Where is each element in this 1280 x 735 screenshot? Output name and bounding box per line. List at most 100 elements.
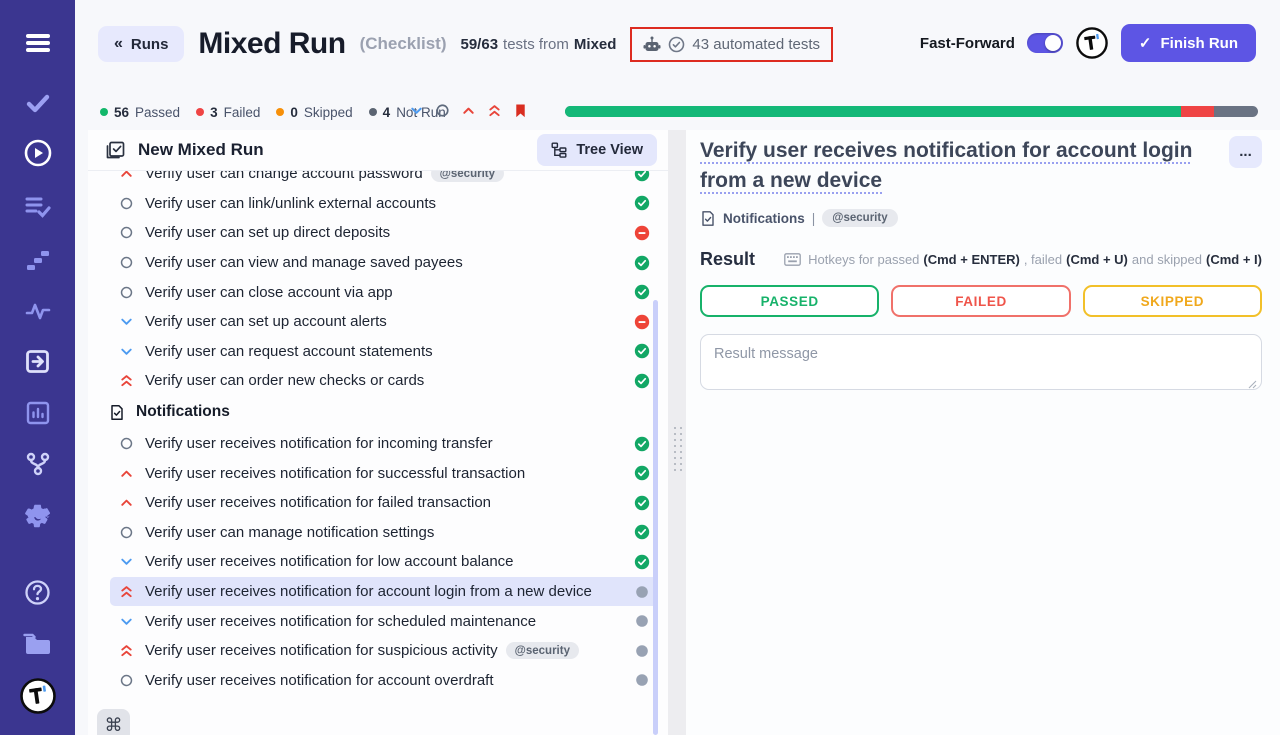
test-row[interactable]: Verify user can order new checks or card…: [110, 366, 658, 396]
test-title: Verify user can set up account alerts: [145, 313, 387, 330]
stat-skipped[interactable]: 0 Skipped: [276, 105, 352, 120]
skipped-label: Skipped: [304, 105, 353, 120]
hotkey-passed: (Cmd + ENTER): [923, 252, 1019, 267]
result-message-input[interactable]: [700, 334, 1262, 390]
folder-icon[interactable]: [23, 629, 53, 659]
list-check-icon[interactable]: [23, 192, 53, 222]
filter-low-priority-icon[interactable]: [408, 102, 425, 119]
passed-count: 56: [114, 105, 129, 120]
tests-count-numbers: 59/63: [461, 36, 499, 53]
filter-high-priority-icon[interactable]: [460, 102, 477, 119]
priority-icon: [118, 613, 134, 629]
status-icon: [634, 314, 650, 330]
app-logo-icon[interactable]: [1075, 26, 1109, 60]
test-row[interactable]: Verify user can view and manage saved pa…: [110, 248, 658, 278]
security-tag[interactable]: @security: [822, 209, 897, 227]
tree-view-label: Tree View: [576, 142, 643, 158]
menu-icon[interactable]: [23, 28, 53, 58]
test-row[interactable]: Verify user receives notification for sc…: [110, 606, 658, 636]
fast-forward-toggle[interactable]: [1027, 33, 1063, 53]
page-subtitle: (Checklist): [360, 34, 447, 54]
test-row[interactable]: Verify user can link/unlink external acc…: [110, 189, 658, 219]
test-detail-title[interactable]: Verify user receives notification for ac…: [700, 136, 1205, 196]
test-row[interactable]: Verify user receives notification for in…: [110, 429, 658, 459]
bar-chart-icon[interactable]: [23, 398, 53, 428]
logo-icon[interactable]: [19, 677, 57, 715]
git-branch-icon[interactable]: [23, 449, 53, 479]
status-icon: [634, 643, 650, 659]
test-row[interactable]: Verify user receives notification for ac…: [110, 666, 658, 696]
priority-icon: [118, 195, 134, 211]
failed-label: Failed: [224, 105, 261, 120]
passed-dot-icon: [100, 108, 108, 116]
test-row[interactable]: Verify user receives notification for fa…: [110, 488, 658, 518]
import-icon[interactable]: [23, 346, 53, 376]
skipped-count: 0: [290, 105, 298, 120]
automated-tests-label: 43 automated tests: [692, 36, 820, 53]
priority-icon: [118, 314, 134, 330]
tree-view-button[interactable]: Tree View: [537, 134, 657, 166]
status-icon: [634, 495, 650, 511]
test-row[interactable]: Verify user can request account statemen…: [110, 337, 658, 367]
test-row[interactable]: Verify user can change account password …: [110, 171, 658, 189]
checklist-icon: [105, 140, 126, 161]
passed-button[interactable]: PASSED: [700, 285, 879, 317]
test-title: Verify user can order new checks or card…: [145, 372, 424, 389]
test-title: Verify user can change account password: [145, 171, 423, 182]
more-menu-button[interactable]: ...: [1229, 136, 1262, 168]
document-icon: [700, 210, 716, 227]
back-to-runs-button[interactable]: « Runs: [98, 26, 184, 62]
steps-icon[interactable]: [23, 245, 53, 275]
tests-count: 59/63 tests from Mixed: [461, 36, 617, 53]
robot-icon: [643, 36, 661, 52]
priority-filters: [408, 102, 529, 119]
check-icon[interactable]: [23, 88, 53, 118]
filter-bookmark-icon[interactable]: [512, 102, 529, 119]
status-icon: [634, 373, 650, 389]
test-row[interactable]: Verify user receives notification for su…: [110, 636, 658, 666]
hotkeys-mid-skipped: and skipped: [1132, 252, 1202, 267]
priority-icon: [118, 373, 134, 389]
left-rail: [0, 0, 75, 735]
check-circle-icon: [668, 36, 685, 53]
failed-button[interactable]: FAILED: [891, 285, 1070, 317]
stat-failed[interactable]: 3Failed: [196, 105, 260, 120]
help-icon[interactable]: [23, 577, 53, 607]
test-list-panel: New Mixed Run Tree View Verify user can …: [88, 130, 668, 735]
priority-icon: [118, 225, 134, 241]
play-circle-icon[interactable]: [23, 138, 53, 168]
test-row[interactable]: Verify user receives notification for ac…: [110, 577, 658, 607]
passed-label: Passed: [135, 105, 180, 120]
automated-tests-badge: 43 automated tests: [630, 27, 833, 62]
test-row[interactable]: Verify user receives notification for lo…: [110, 547, 658, 577]
test-title: Verify user receives notification for ac…: [145, 583, 592, 600]
filter-normal-priority-icon[interactable]: [434, 102, 451, 119]
splitter-grip-icon: [672, 425, 683, 471]
finish-run-button[interactable]: ✓ Finish Run: [1121, 24, 1256, 62]
test-row[interactable]: Verify user can close account via app: [110, 277, 658, 307]
test-row[interactable]: Verify user can set up direct deposits: [110, 218, 658, 248]
activity-icon[interactable]: [23, 296, 53, 326]
gear-icon[interactable]: [23, 501, 53, 531]
list-header: New Mixed Run Tree View: [88, 130, 668, 171]
page-title: Mixed Run: [198, 27, 345, 61]
test-row[interactable]: Verify user receives notification for su…: [110, 458, 658, 488]
list-scrollbar[interactable]: [653, 300, 658, 735]
priority-icon: [118, 495, 134, 511]
test-title: Verify user can close account via app: [145, 284, 393, 301]
keyboard-icon: [784, 253, 801, 266]
stat-passed[interactable]: 56 Passed: [100, 105, 180, 120]
breadcrumb-suite[interactable]: Notifications: [723, 211, 805, 226]
command-hotkey-button[interactable]: ⌘: [97, 709, 130, 735]
test-row[interactable]: Verify user can manage notification sett…: [110, 518, 658, 548]
panel-splitter[interactable]: [668, 130, 686, 735]
filter-highest-priority-icon[interactable]: [486, 102, 503, 119]
test-row[interactable]: Verify user can set up account alerts: [110, 307, 658, 337]
fast-forward-label: Fast-Forward: [920, 35, 1015, 52]
status-icon: [634, 436, 650, 452]
skipped-button[interactable]: SKIPPED: [1083, 285, 1262, 317]
tests-from-label: tests from: [503, 36, 569, 53]
section-row[interactable]: Notifications: [100, 396, 658, 429]
status-icon: [634, 343, 650, 359]
test-title: Verify user receives notification for ac…: [145, 672, 494, 689]
